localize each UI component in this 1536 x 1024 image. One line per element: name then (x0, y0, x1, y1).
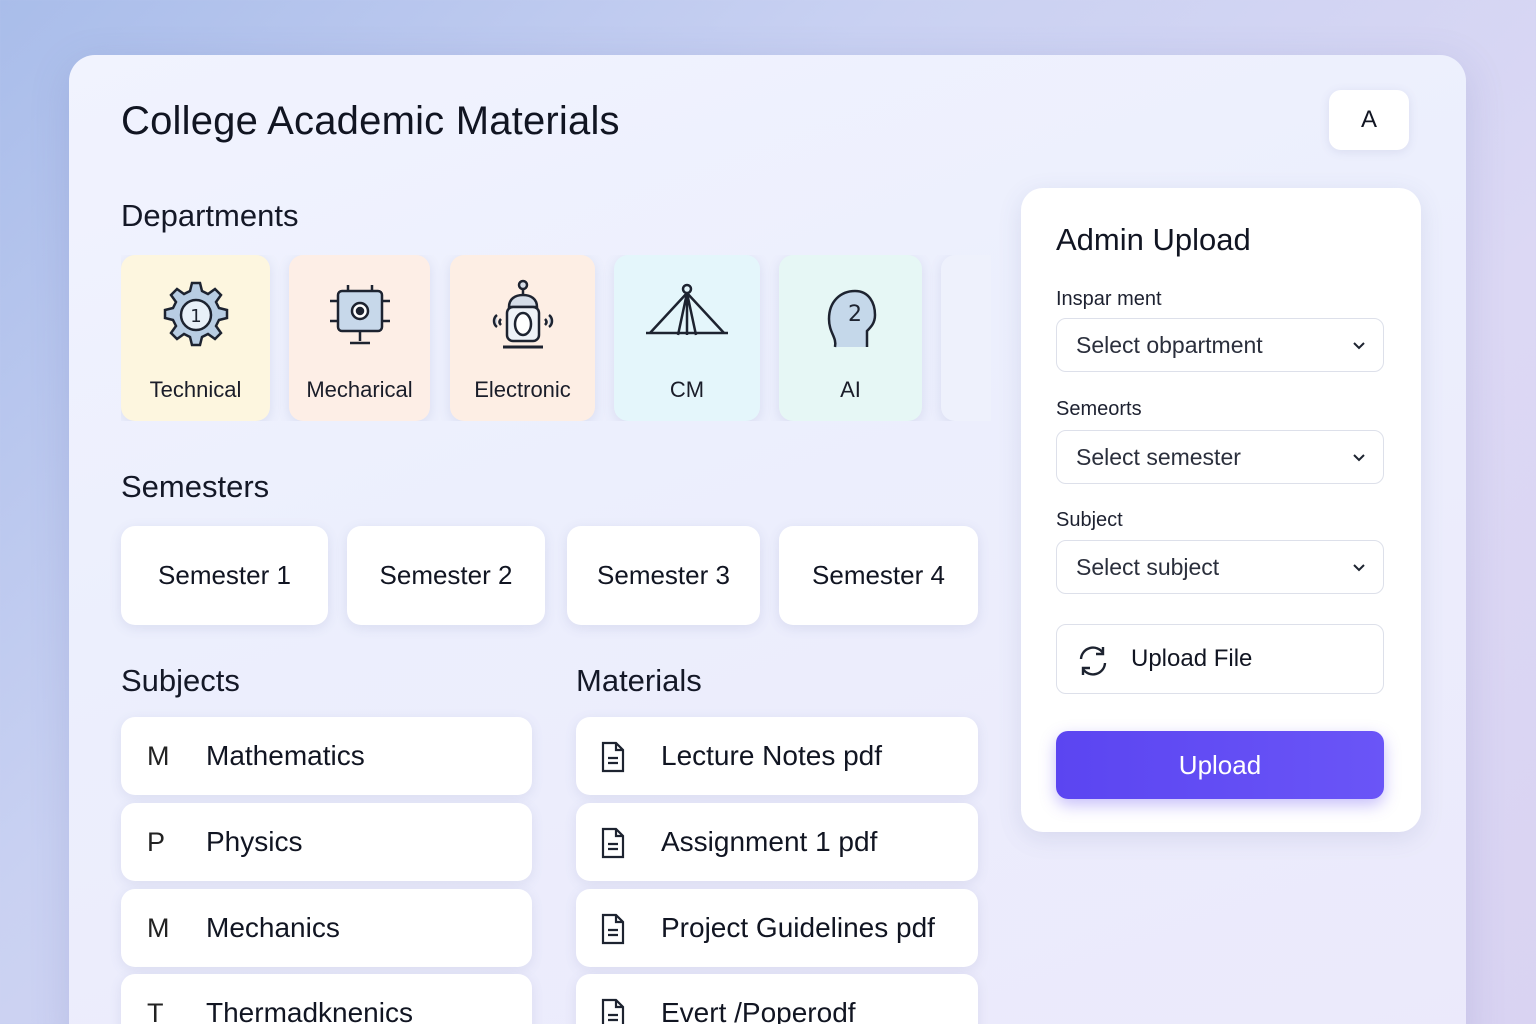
material-item[interactable]: Project Guidelines pdf (576, 889, 978, 967)
avatar[interactable]: A (1329, 90, 1409, 150)
semesters-heading: Semesters (121, 469, 270, 504)
subject-initial: M (147, 740, 170, 771)
material-name: Project Guidelines pdf (661, 912, 935, 943)
department-card-cm[interactable]: CM (614, 255, 760, 421)
department-label: Electronic (474, 377, 571, 402)
semester-1-button[interactable]: Semester 1 (121, 526, 328, 625)
subject-item[interactable]: P Physics (121, 803, 532, 881)
svg-text:1: 1 (190, 306, 201, 327)
material-name: Evert /Poperodf (661, 997, 856, 1024)
department-select[interactable]: Select obpartment (1056, 318, 1384, 372)
chevron-down-icon (1353, 564, 1365, 572)
subject-item[interactable]: T Thermadknenics (121, 974, 532, 1024)
material-item[interactable]: Evert /Poperodf (576, 974, 978, 1024)
materials-heading: Materials (576, 663, 702, 698)
document-icon (601, 741, 625, 773)
subject-name: Mechanics (206, 912, 340, 943)
department-label: AI (840, 377, 861, 402)
semester-2-button[interactable]: Semester 2 (347, 526, 545, 625)
head-icon: 2 (827, 289, 876, 348)
subject-initial: M (147, 912, 170, 943)
admin-upload-title: Admin Upload (1056, 222, 1251, 257)
subject-item[interactable]: M Mathematics (121, 717, 532, 795)
page-title: College Academic Materials (121, 99, 620, 143)
chevron-down-icon (1353, 342, 1365, 350)
department-select-value: Select obpartment (1076, 332, 1263, 358)
upload-file-label: Upload File (1131, 645, 1253, 672)
departments-heading: Departments (121, 198, 299, 233)
machine-icon (329, 285, 390, 345)
tripod-icon (646, 283, 728, 336)
upload-button[interactable]: Upload (1056, 731, 1384, 799)
material-name: Lecture Notes pdf (661, 740, 883, 771)
department-card-ai[interactable]: 2 AI (779, 255, 922, 421)
subject-initial: P (147, 826, 166, 857)
chevron-down-icon (1353, 454, 1365, 462)
department-card-electronic[interactable]: Electronic (450, 255, 595, 421)
admin-upload-card: Admin Upload Inspar ment Select obpartme… (1021, 188, 1421, 832)
upload-file-button[interactable]: Upload File (1056, 624, 1384, 694)
subject-field-label: Subject (1056, 509, 1123, 531)
semester-3-button[interactable]: Semester 3 (567, 526, 760, 625)
subject-select-value: Select subject (1076, 554, 1220, 580)
department-label: Technical (149, 377, 242, 402)
semester-4-button[interactable]: Semester 4 (779, 526, 978, 625)
subject-name: Thermadknenics (206, 997, 413, 1024)
subjects-heading: Subjects (121, 663, 240, 698)
departments-row: 1 Technical Mecharical Electronic CM 2 A… (121, 255, 991, 421)
subject-initial: T (147, 997, 164, 1024)
department-label: CM (669, 377, 705, 402)
material-item[interactable]: Lecture Notes pdf (576, 717, 978, 795)
svg-text:2: 2 (848, 302, 862, 327)
material-name: Assignment 1 pdf (661, 826, 878, 857)
subject-name: Mathematics (206, 740, 365, 771)
department-card-partial[interactable] (941, 255, 991, 421)
subject-name: Physics (206, 826, 303, 857)
main-panel: College Academic Materials A Departments… (69, 55, 1466, 1024)
semester-select[interactable]: Select semester (1056, 430, 1384, 484)
department-label: Mecharical (306, 377, 413, 402)
department-card-mecharical[interactable]: Mecharical (289, 255, 430, 421)
sync-icon (1079, 646, 1107, 676)
robot-icon (492, 279, 553, 349)
department-field-label: Inspar ment (1056, 288, 1162, 310)
semester-select-value: Select semester (1076, 444, 1241, 470)
gear-icon: 1 (163, 281, 228, 347)
material-item[interactable]: Assignment 1 pdf (576, 803, 978, 881)
document-icon (601, 913, 625, 945)
department-card-technical[interactable]: 1 Technical (121, 255, 270, 421)
subject-item[interactable]: M Mechanics (121, 889, 532, 967)
subject-select[interactable]: Select subject (1056, 540, 1384, 594)
document-icon (601, 998, 625, 1024)
semester-field-label: Semeorts (1056, 398, 1142, 420)
document-icon (601, 827, 625, 859)
